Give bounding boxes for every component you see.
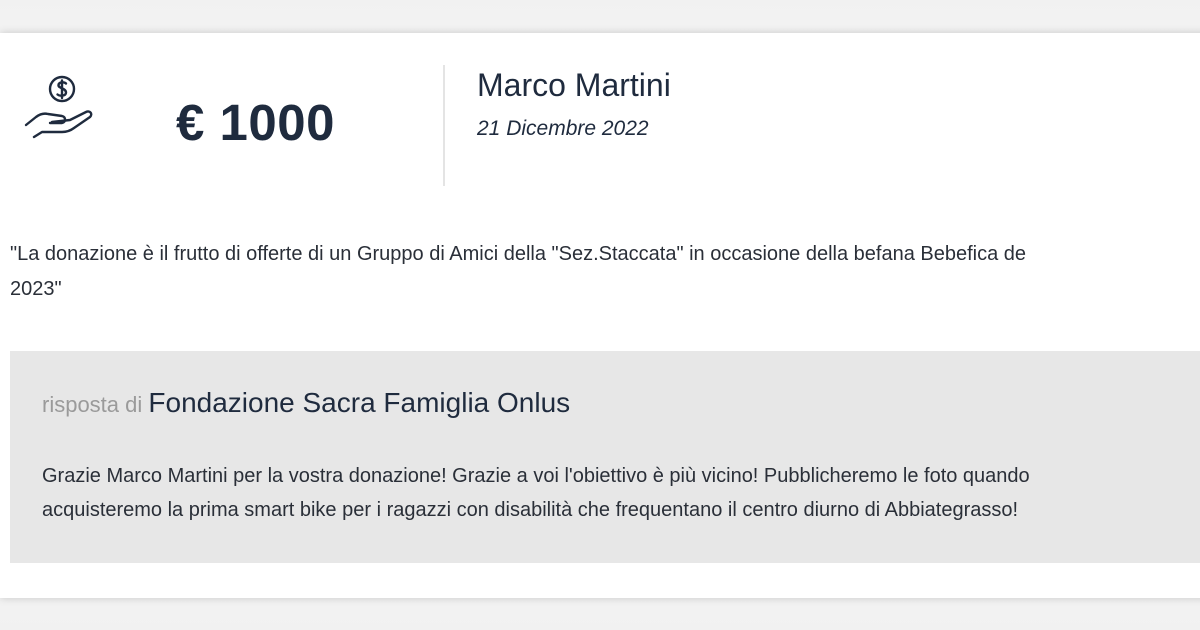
donation-card: € 1000 Marco Martini 21 Dicembre 2022 "L… xyxy=(0,33,1200,598)
reply-text: Grazie Marco Martini per la vostra donaz… xyxy=(42,465,1030,521)
donation-message: "La donazione è il frutto di offerte di … xyxy=(10,243,1027,300)
header-divider xyxy=(443,65,445,186)
reply-box: risposta di Fondazione Sacra Famiglia On… xyxy=(10,351,1200,563)
donation-date: 21 Dicembre 2022 xyxy=(477,117,649,140)
page: € 1000 Marco Martini 21 Dicembre 2022 "L… xyxy=(0,0,1200,630)
reply-header: risposta di Fondazione Sacra Famiglia On… xyxy=(42,387,570,419)
hand-dollar-icon xyxy=(24,75,93,139)
reply-prefix: risposta di xyxy=(42,392,149,417)
reply-organization: Fondazione Sacra Famiglia Onlus xyxy=(148,387,571,418)
donation-amount: € 1000 xyxy=(176,94,335,151)
donor-name: Marco Martini xyxy=(477,67,671,103)
